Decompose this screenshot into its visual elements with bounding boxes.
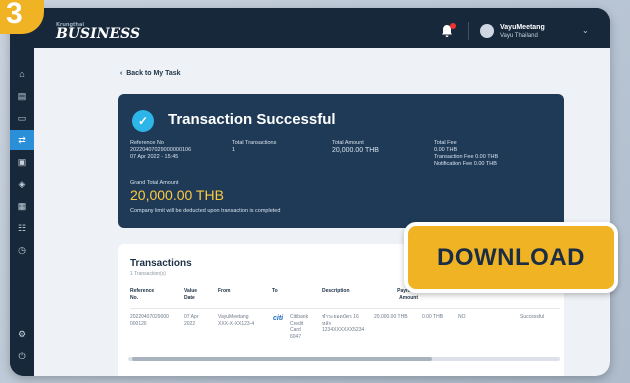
grand-total-label: Grand Total Amount <box>130 180 179 186</box>
tag-icon[interactable]: ◈ <box>10 174 34 194</box>
total-fee-value: 0.00 THB Transaction Fee 0.00 THB Notifi… <box>434 147 499 167</box>
column-header-from[interactable]: From <box>218 288 231 295</box>
column-header-to[interactable]: To <box>272 288 278 295</box>
total-transactions-value: 1 <box>232 147 236 153</box>
cell-reference: 20220407029000 000126 <box>130 314 169 327</box>
success-title: Transaction Successful <box>168 111 336 128</box>
cell-status: Successful <box>520 314 545 320</box>
avatar[interactable] <box>480 24 494 38</box>
total-transactions-label: Total Transactions <box>232 140 277 146</box>
back-link[interactable]: ‹ Back to My Task <box>120 70 181 77</box>
cell-value-date: 07 Apr 2022 <box>184 314 199 327</box>
user-org: Vayu Thailand <box>500 33 538 39</box>
logout-icon[interactable]: ⏻ <box>10 346 34 366</box>
table-divider <box>130 308 560 309</box>
cell-amount: 20,000.00 THB <box>374 314 408 320</box>
card-icon[interactable]: ▣ <box>10 152 34 172</box>
sidebar: ⌂ ▤ ▭ ⇄ ▣ ◈ ▦ ☷ ◷ ⚙ ⏻ <box>10 48 34 376</box>
main-content: ‹ Back to My Task ✓ Transaction Successf… <box>34 48 610 376</box>
total-amount-label: Total Amount <box>332 140 364 146</box>
cell-to: Citibank Credit Card 6047 <box>290 314 309 340</box>
transactions-title: Transactions <box>130 258 192 269</box>
cell-from: VayuMeetang XXX-X-XX123-4 <box>218 314 255 327</box>
check-icon: ✓ <box>132 110 154 132</box>
home-icon[interactable]: ⌂ <box>10 64 34 84</box>
settings-icon[interactable]: ⚙ <box>10 324 34 344</box>
column-header-reference[interactable]: Reference No. <box>130 288 154 301</box>
reference-value: 20220407029000000106 07 Apr 2022 - 15:45 <box>130 147 192 160</box>
cell-fee: 0.00 THB <box>422 314 444 320</box>
citibank-logo: citi <box>273 315 284 322</box>
users-icon[interactable]: ☷ <box>10 218 34 238</box>
user-name[interactable]: VayuMeetang <box>500 24 545 31</box>
transfer-icon[interactable]: ⇄ <box>10 130 34 150</box>
back-label: Back to My Task <box>126 70 181 77</box>
success-summary-card: ✓ Transaction Successful Reference No 20… <box>118 94 564 228</box>
brand-name: BUSINESS <box>56 26 141 42</box>
clock-icon[interactable]: ◷ <box>10 240 34 260</box>
app-window: Krungthai BUSINESS VayuMeetang Vayu Thai… <box>10 8 610 376</box>
document-icon[interactable]: ▤ <box>10 86 34 106</box>
limit-note: Company limit will be deducted upon tran… <box>130 208 281 214</box>
cell-description: ชำระยอดบัตร 16 หลัก 1234XXXXXX5234 <box>322 314 365 333</box>
total-fee-label: Total Fee <box>434 140 457 146</box>
download-button[interactable]: DOWNLOAD <box>404 222 618 293</box>
transactions-count: 1 Transaction(s) <box>130 271 166 277</box>
scrollbar-thumb[interactable] <box>132 357 432 361</box>
cell-flag: NO <box>458 314 466 320</box>
chevron-down-icon[interactable]: ⌄ <box>582 26 589 35</box>
column-header-description[interactable]: Description <box>322 288 350 295</box>
total-amount-value: 20,000.00 THB <box>332 147 379 154</box>
reference-label: Reference No <box>130 140 164 146</box>
wallet-icon[interactable]: ▭ <box>10 108 34 128</box>
grand-total-amount: 20,000.00 THB <box>130 187 224 203</box>
column-header-value-date[interactable]: Value Date <box>184 288 197 301</box>
notification-badge <box>450 23 456 29</box>
topbar-divider <box>468 22 469 40</box>
brand-logo[interactable]: Krungthai BUSINESS <box>56 22 140 42</box>
report-icon[interactable]: ▦ <box>10 196 34 216</box>
